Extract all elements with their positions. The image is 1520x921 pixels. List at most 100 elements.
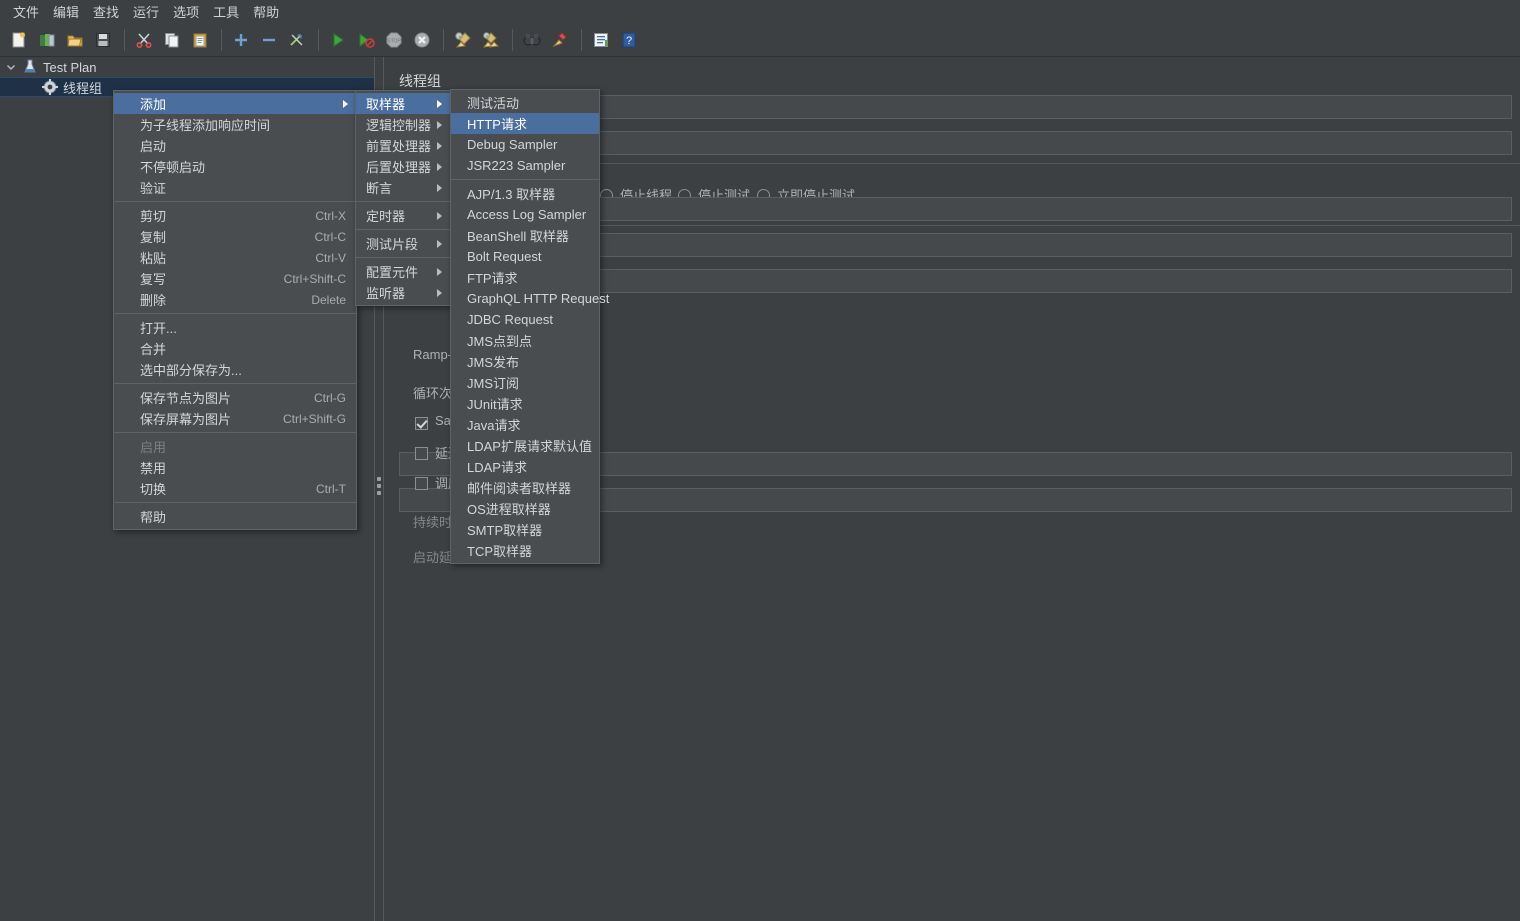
menuitem-save-screen-as-image[interactable]: 保存屏幕为图片 Ctrl+Shift-G (114, 408, 356, 429)
toolbar-collapse-all[interactable] (256, 27, 282, 53)
sampler-junit-request[interactable]: JUnit请求 (451, 393, 599, 414)
submenu-test-fragment[interactable]: 测试片段 (356, 233, 450, 254)
menu-item-label: HTTP请求 (467, 117, 527, 132)
submenu-pre-processors[interactable]: 前置处理器 (356, 135, 450, 156)
menu-item-label: 验证 (140, 181, 167, 196)
toolbar-open[interactable] (62, 27, 88, 53)
sampler-jms-subscriber[interactable]: JMS订阅 (451, 372, 599, 393)
submenu-samplers[interactable]: 取样器 (356, 93, 450, 114)
toolbar-clear-all[interactable] (478, 27, 504, 53)
sampler-os-process[interactable]: OS进程取样器 (451, 498, 599, 519)
menu-options[interactable]: 选项 (166, 0, 206, 23)
menuitem-paste[interactable]: 粘贴 Ctrl-V (114, 247, 356, 268)
toolbar-start-no-pauses[interactable] (353, 27, 379, 53)
sampler-jms-publisher[interactable]: JMS发布 (451, 351, 599, 372)
submenu-config-element[interactable]: 配置元件 (356, 261, 450, 282)
sampler-bolt-request[interactable]: Bolt Request (451, 246, 599, 267)
toolbar-new[interactable] (6, 27, 32, 53)
submenu-timers[interactable]: 定时器 (356, 205, 450, 226)
menu-tools[interactable]: 工具 (206, 0, 246, 23)
sampler-jms-point-to-point[interactable]: JMS点到点 (451, 330, 599, 351)
menuitem-merge[interactable]: 合并 (114, 338, 356, 359)
menu-item-label: AJP/1.3 取样器 (467, 187, 556, 202)
sampler-ftp-request[interactable]: FTP请求 (451, 267, 599, 288)
sampler-submenu: 测试活动 HTTP请求 Debug Sampler JSR223 Sampler AJP… (450, 89, 609, 564)
checkbox-same-user[interactable] (415, 417, 428, 430)
menu-item-shortcut: Ctrl-G (314, 390, 346, 405)
sampler-beanshell[interactable]: BeanShell 取样器 (451, 225, 599, 246)
sampler-java-request[interactable]: Java请求 (451, 414, 599, 435)
menu-item-label: 合并 (140, 342, 167, 357)
toolbar-shutdown[interactable] (409, 27, 435, 53)
menuitem-open[interactable]: 打开... (114, 317, 356, 338)
submenu-listeners[interactable]: 监听器 (356, 282, 450, 303)
sampler-debug-sampler[interactable]: Debug Sampler (451, 134, 599, 155)
sampler-tcp[interactable]: TCP取样器 (451, 540, 599, 561)
toolbar-expand-all[interactable] (228, 27, 254, 53)
menuitem-save-node-as-image[interactable]: 保存节点为图片 Ctrl-G (114, 387, 356, 408)
menu-search[interactable]: 查找 (86, 0, 126, 23)
sampler-http-request[interactable]: HTTP请求 (451, 113, 599, 134)
toolbar-function-helper[interactable] (588, 27, 614, 53)
sampler-ldap-extended-request-defaults[interactable]: LDAP扩展请求默认值 (451, 435, 599, 456)
thread-group-context-menu: 添加 为子线程添加响应时间 启动 不停顿启动验证剪切 Ctrl-X 复制 Ctrl-C 粘贴 C… (113, 90, 357, 530)
toolbar-search[interactable] (519, 27, 545, 53)
toolbar-separator (124, 28, 125, 51)
sampler-jdbc-request[interactable]: JDBC Request (451, 309, 599, 330)
menu-item-label: LDAP请求 (467, 460, 527, 475)
sampler-ajp13[interactable]: AJP/1.3 取样器 (451, 183, 599, 204)
menu-separator (114, 313, 356, 314)
menu-help[interactable]: 帮助 (246, 0, 286, 23)
menu-file[interactable]: 文件 (6, 0, 46, 23)
split-divider-grip[interactable] (377, 477, 382, 498)
menu-run[interactable]: 运行 (126, 0, 166, 23)
menu-edit[interactable]: 编辑 (46, 0, 86, 23)
menuitem-copy[interactable]: 复制 Ctrl-C (114, 226, 356, 247)
checkbox-scheduler[interactable] (415, 477, 428, 490)
menuitem-duplicate[interactable]: 复写 Ctrl+Shift-C (114, 268, 356, 289)
sampler-access-log[interactable]: Access Log Sampler (451, 204, 599, 225)
menu-item-label: 选中部分保存为... (140, 363, 242, 378)
chevron-down-icon[interactable] (2, 58, 20, 76)
toolbar-toggle[interactable] (284, 27, 310, 53)
menu-item-label: 删除 (140, 293, 167, 308)
svg-text:?: ? (626, 35, 632, 47)
submenu-logic-controllers[interactable]: 逻辑控制器 (356, 114, 450, 135)
menuitem-start[interactable]: 启动 (114, 135, 356, 156)
menuitem-cut[interactable]: 剪切 Ctrl-X (114, 205, 356, 226)
submenu-assertions[interactable]: 断言 (356, 177, 450, 198)
play-start-icon (329, 31, 347, 49)
menuitem-add-think-times[interactable]: 为子线程添加响应时间 (114, 114, 356, 135)
toolbar-save[interactable] (90, 27, 116, 53)
toolbar-separator (318, 28, 319, 51)
menuitem-remove[interactable]: 删除 Delete (114, 289, 356, 310)
menuitem-save-selection-as[interactable]: 选中部分保存为... (114, 359, 356, 380)
sampler-ldap-request[interactable]: LDAP请求 (451, 456, 599, 477)
submenu-post-processors[interactable]: 后置处理器 (356, 156, 450, 177)
menuitem-add[interactable]: 添加 (114, 93, 356, 114)
toolbar-cut[interactable] (131, 27, 157, 53)
menu-item-shortcut: Ctrl-C (314, 229, 346, 244)
sampler-test-action[interactable]: 测试活动 (451, 92, 599, 113)
sampler-mail-reader[interactable]: 邮件阅读者取样器 (451, 477, 599, 498)
binoculars-search-icon (523, 31, 541, 49)
toolbar-stop[interactable]: STOP (381, 27, 407, 53)
menuitem-disable[interactable]: 禁用 (114, 457, 356, 478)
menuitem-help[interactable]: 帮助 (114, 506, 356, 527)
checkbox-delay-thread-creation[interactable] (415, 447, 428, 460)
toolbar-clear[interactable] (450, 27, 476, 53)
sampler-graphql-http-request[interactable]: GraphQL HTTP Request (451, 288, 609, 309)
toolbar-paste[interactable] (187, 27, 213, 53)
toolbar-start[interactable] (325, 27, 351, 53)
toolbar-copy[interactable] (159, 27, 185, 53)
tree-node-test-plan[interactable]: Test Plan (0, 57, 374, 77)
sampler-jsr223-sampler[interactable]: JSR223 Sampler (451, 155, 599, 176)
menuitem-start-no-pauses[interactable]: 不停顿启动 (114, 156, 356, 177)
toolbar-templates[interactable] (34, 27, 60, 53)
toolbar-help[interactable]: ? (616, 27, 642, 53)
toolbar-reset-search[interactable] (547, 27, 573, 53)
sampler-smtp[interactable]: SMTP取样器 (451, 519, 599, 540)
menuitem-toggle[interactable]: 切换 Ctrl-T (114, 478, 356, 499)
menuitem-validate[interactable]: 验证 (114, 177, 356, 198)
